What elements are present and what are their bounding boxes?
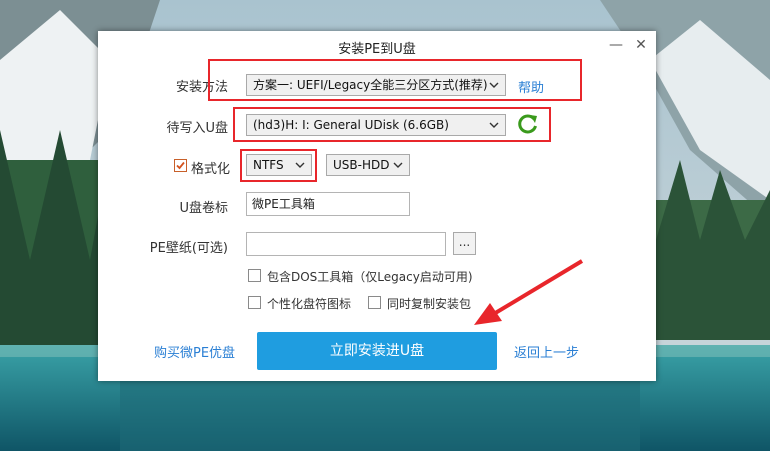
wallpaper-path-input[interactable] xyxy=(246,232,446,256)
wallpaper-label: PE壁纸(可选) xyxy=(149,241,228,256)
boot-mode-value: USB-HDD xyxy=(333,158,390,172)
volume-label-label: U盘卷标 xyxy=(179,201,228,216)
personalize-icon-label: 个性化盘符图标 xyxy=(267,297,352,311)
back-link[interactable]: 返回上一步 xyxy=(514,342,579,361)
volume-label-input[interactable]: 微PE工具箱 xyxy=(246,192,410,216)
dialog-title: 安装PE到U盘 xyxy=(338,42,416,57)
minimize-button[interactable]: — xyxy=(608,37,624,53)
format-label: 格式化 xyxy=(191,162,231,177)
copy-installer-checkbox[interactable] xyxy=(368,296,381,309)
copy-installer-label: 同时复制安装包 xyxy=(387,297,472,311)
buy-usb-link[interactable]: 购买微PE优盘 xyxy=(154,342,235,361)
highlight-box-install-method xyxy=(208,59,582,101)
install-now-button[interactable]: 立即安装进U盘 xyxy=(257,332,497,370)
close-button[interactable]: ✕ xyxy=(633,37,649,53)
chevron-down-icon xyxy=(393,162,403,168)
dos-tools-checkbox[interactable] xyxy=(248,269,261,282)
highlight-box-filesystem xyxy=(240,149,317,182)
target-disk-label: 待写入U盘 xyxy=(166,121,228,136)
personalize-icon-checkbox[interactable] xyxy=(248,296,261,309)
annotation-arrow-icon xyxy=(474,259,584,325)
highlight-box-target-disk xyxy=(233,107,551,142)
browse-button[interactable]: ... xyxy=(453,232,476,255)
boot-mode-select[interactable]: USB-HDD xyxy=(326,154,410,176)
checkmark-icon xyxy=(176,161,185,170)
format-checkbox[interactable] xyxy=(174,159,187,172)
dos-tools-label: 包含DOS工具箱（仅Legacy启动可用) xyxy=(267,270,473,284)
title-bar: 安装PE到U盘 — ✕ xyxy=(98,31,656,61)
